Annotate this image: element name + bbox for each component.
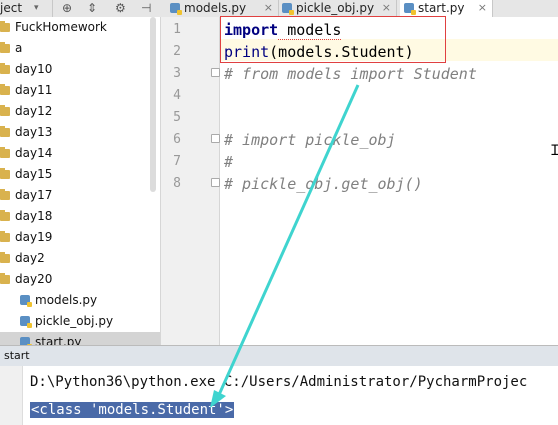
tab-label: pickle_obj.py [296, 1, 375, 15]
console-command-line: D:\Python36\python.exe C:/Users/Administ… [30, 374, 528, 390]
folder-icon [0, 84, 10, 95]
close-icon[interactable]: × [382, 0, 391, 16]
tree-item-day18[interactable]: day18 [0, 206, 160, 227]
tree-item-start-py[interactable]: start.py [0, 332, 160, 345]
line-number: 8 [173, 176, 181, 191]
line-number: 2 [173, 44, 181, 59]
globe-icon[interactable]: ⊕ [62, 1, 72, 15]
tree-item-day15[interactable]: day15 [0, 164, 160, 185]
line-number: 5 [173, 110, 181, 125]
run-panel-header: start [0, 345, 558, 366]
folder-icon [0, 273, 10, 284]
code-editor[interactable]: import models print(models.Student) # fr… [220, 16, 558, 345]
project-toolbar: ⊕ ⇕ ⚙ ⊣ [52, 0, 161, 17]
tree-item-day17[interactable]: day17 [0, 185, 160, 206]
folder-icon [0, 168, 10, 179]
tree-item-day13[interactable]: day13 [0, 122, 160, 143]
dropdown-arrow-icon: ▾ [34, 3, 39, 13]
fold-marker-icon[interactable] [211, 68, 220, 77]
python-file-icon [20, 337, 32, 345]
close-icon[interactable]: × [264, 0, 273, 16]
project-view-dropdown[interactable]: ject ▾ [0, 0, 52, 17]
tab-pickle-obj-py[interactable]: pickle_obj.py × [278, 0, 397, 17]
tree-item-day2[interactable]: day2 [0, 248, 160, 269]
project-tree: FuckHomework a day10 day11 day12 day13 d… [0, 17, 161, 345]
folder-icon [0, 189, 10, 200]
console-output-line: <class 'models.Student'> [30, 402, 235, 418]
tree-item-day11[interactable]: day11 [0, 80, 160, 101]
folder-icon [0, 231, 10, 242]
gear-icon[interactable]: ⚙ [115, 1, 126, 15]
tree-item-day20[interactable]: day20 [0, 269, 160, 290]
line-number: 4 [173, 88, 181, 103]
folder-icon [0, 252, 10, 263]
code-line-8: # pickle_obj.get_obj() [224, 175, 423, 193]
tree-item-day10[interactable]: day10 [0, 59, 160, 80]
tree-item-a[interactable]: a [0, 38, 160, 59]
python-file-icon [20, 316, 32, 328]
run-panel-toolbar [0, 366, 23, 425]
folder-icon [0, 210, 10, 221]
tree-item-models-py[interactable]: models.py [0, 290, 160, 311]
tree-item-pickle-obj-py[interactable]: pickle_obj.py [0, 311, 160, 332]
code-line-6: # import pickle_obj [224, 131, 396, 149]
tree-scrollbar[interactable] [150, 17, 156, 192]
run-console[interactable]: D:\Python36\python.exe C:/Users/Administ… [0, 366, 558, 425]
line-number: 3 [173, 66, 181, 81]
folder-icon [0, 105, 10, 116]
line-number: 7 [173, 154, 181, 169]
tree-item-fuckhomework[interactable]: FuckHomework [0, 17, 160, 38]
tree-item-day12[interactable]: day12 [0, 101, 160, 122]
folder-icon [0, 147, 10, 158]
split-icon[interactable]: ⇕ [87, 1, 97, 15]
line-number: 6 [173, 132, 181, 147]
text-cursor-icon: Ｉ [548, 143, 558, 159]
tab-models-py[interactable]: models.py × [166, 0, 279, 17]
folder-icon [0, 42, 10, 53]
hide-icon[interactable]: ⊣ [141, 1, 151, 15]
folder-icon [0, 63, 10, 74]
python-file-icon [282, 3, 294, 15]
run-panel-title: start [4, 349, 30, 362]
python-file-icon [404, 3, 416, 15]
code-line-3: # from models import Student [224, 65, 477, 83]
fold-marker-icon[interactable] [211, 178, 220, 187]
folder-icon [0, 126, 10, 137]
fold-marker-icon[interactable] [211, 134, 220, 143]
line-number: 1 [173, 22, 181, 37]
tab-label: start.py [418, 1, 465, 15]
python-file-icon [20, 295, 32, 307]
close-icon[interactable]: × [478, 0, 487, 16]
annotation-highlight-box [220, 16, 446, 63]
tab-label: models.py [184, 1, 247, 15]
folder-icon [0, 21, 10, 32]
project-view-label: ject [0, 1, 23, 15]
tab-start-py[interactable]: start.py × [400, 0, 493, 17]
tree-item-day19[interactable]: day19 [0, 227, 160, 248]
code-line-7: # [224, 153, 234, 171]
tree-item-day14[interactable]: day14 [0, 143, 160, 164]
line-number-gutter: 1 2 3 4 5 6 7 8 [161, 17, 220, 345]
python-file-icon [170, 3, 182, 15]
